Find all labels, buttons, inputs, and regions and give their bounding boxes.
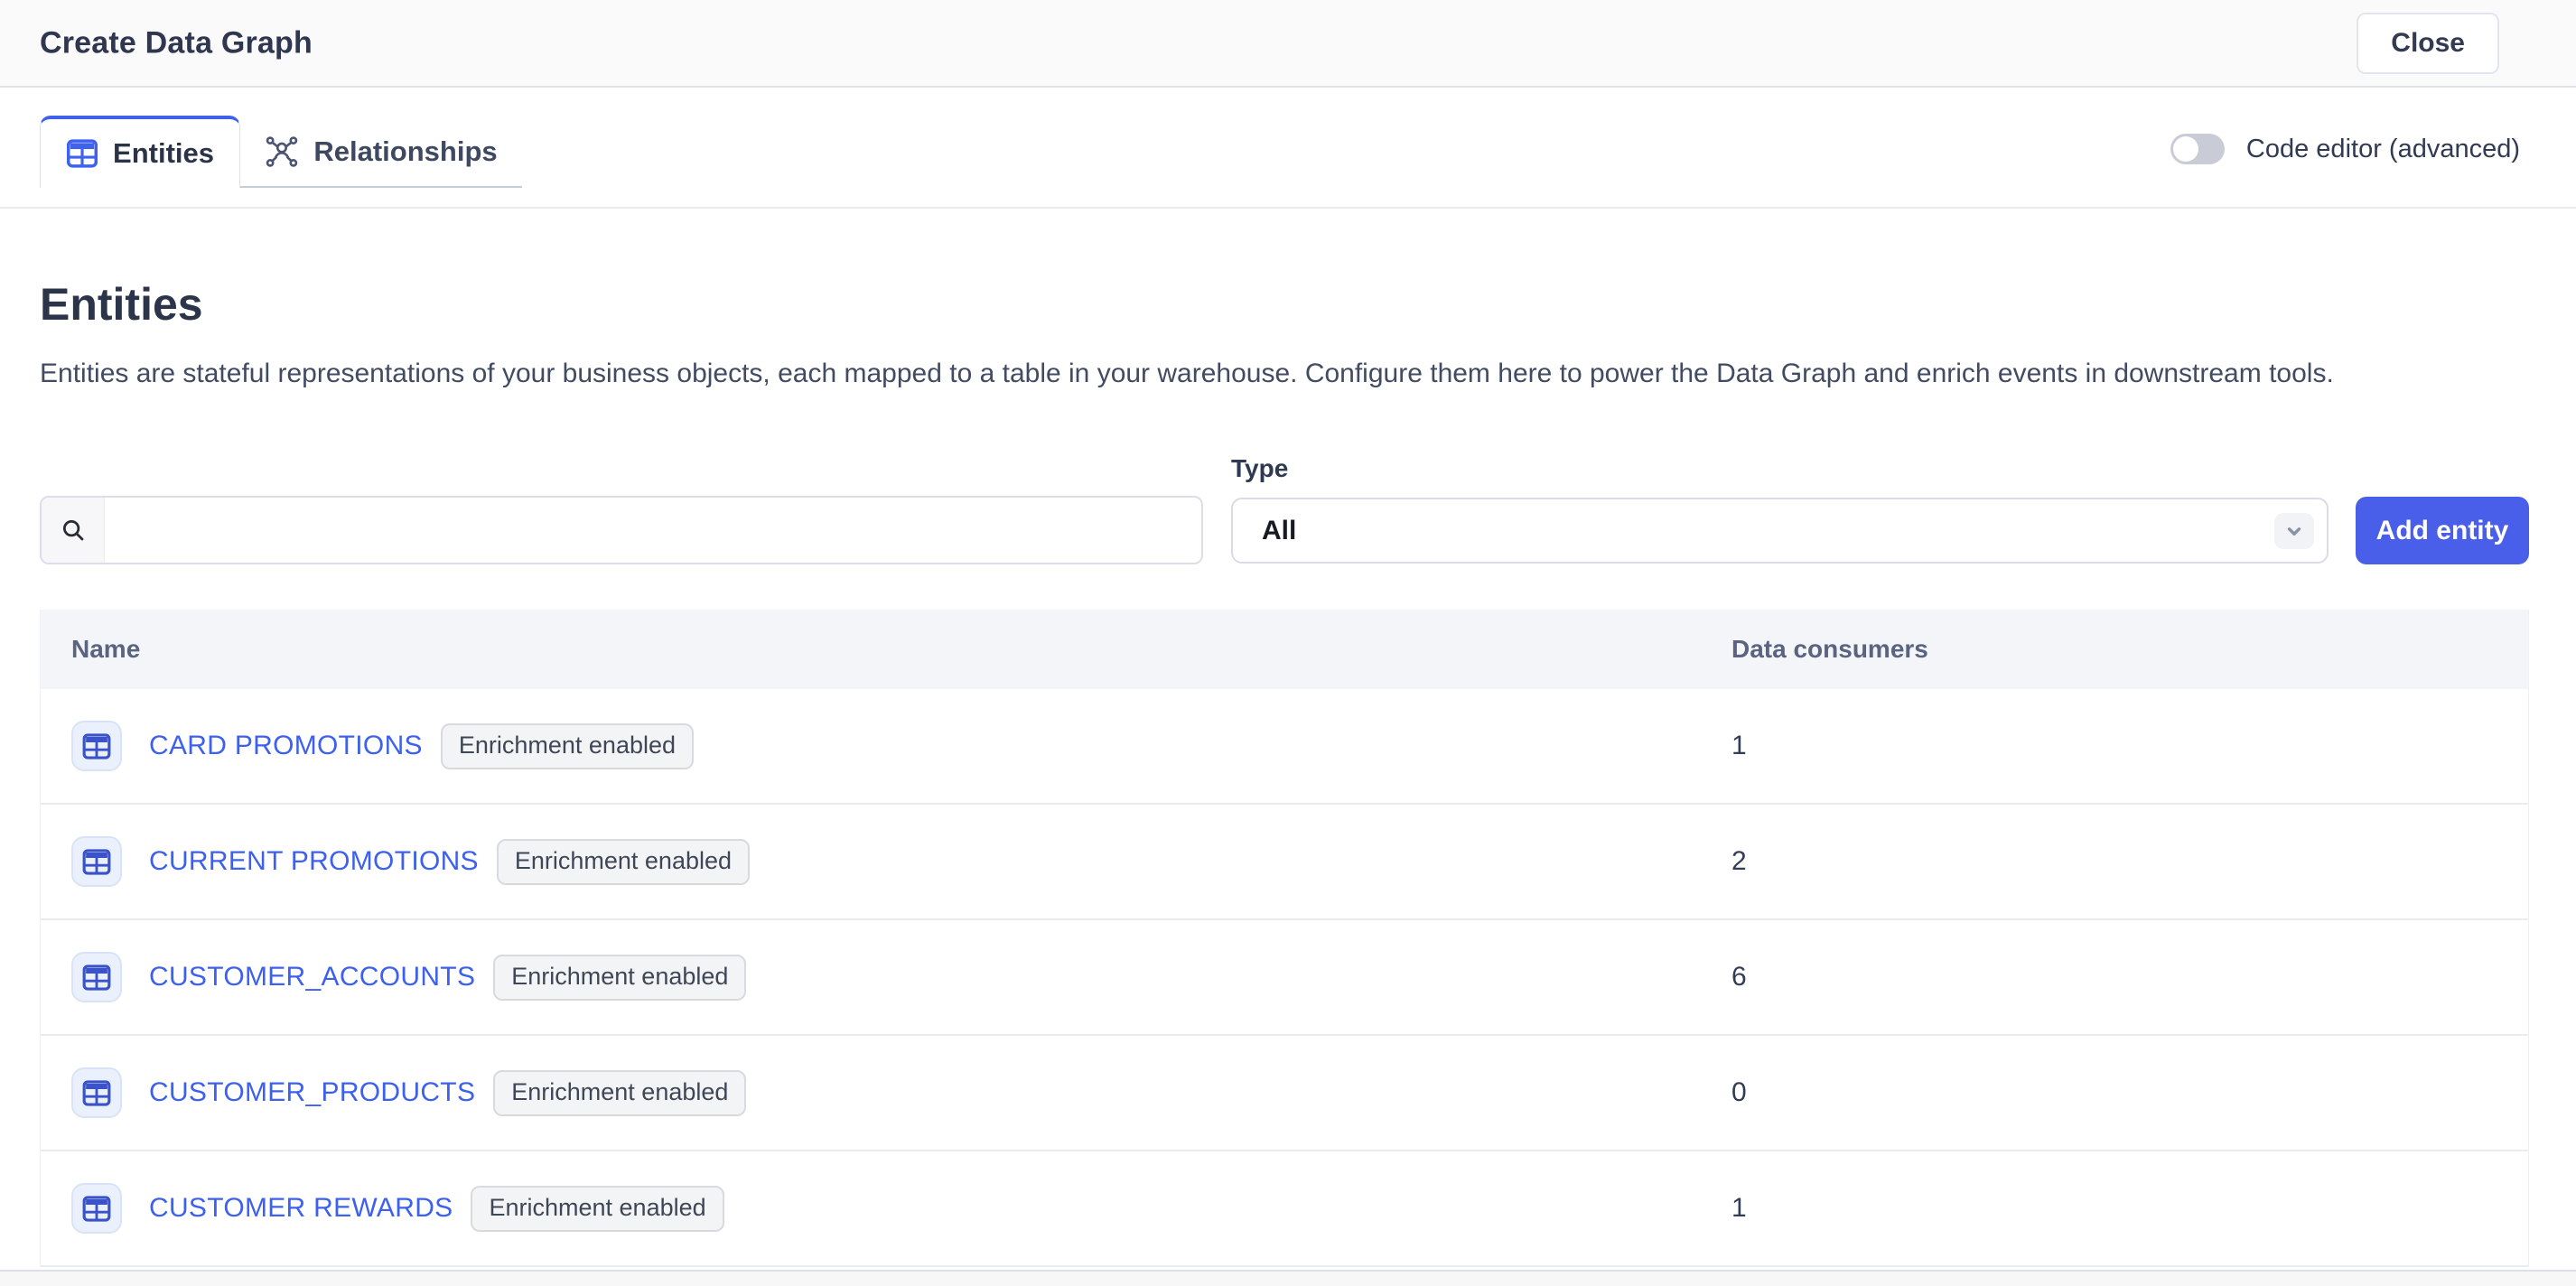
enrichment-badge: Enrichment enabled <box>441 723 694 769</box>
table-row: CUSTOMER_ACCOUNTS Enrichment enabled 6 <box>41 920 2528 1036</box>
tab-entities[interactable]: Entities <box>40 116 240 188</box>
topbar: Create Data Graph Close <box>0 0 2576 88</box>
enrichment-badge: Enrichment enabled <box>471 1186 723 1232</box>
chevron-down-icon <box>2274 513 2314 549</box>
entity-name-link[interactable]: CUSTOMER REWARDS <box>149 1193 453 1224</box>
search-icon-segment <box>42 498 105 563</box>
entity-name-link[interactable]: CURRENT PROMOTIONS <box>149 846 479 877</box>
tab-relationships[interactable]: Relationships <box>240 117 522 186</box>
column-header-data-consumers: Data consumers <box>1731 635 1928 664</box>
entity-name-link[interactable]: CUSTOMER_ACCOUNTS <box>149 962 475 992</box>
enrichment-badge: Enrichment enabled <box>493 955 746 1001</box>
page-bottom-edge <box>0 1270 2576 1286</box>
table-row: CUSTOMER REWARDS Enrichment enabled 1 <box>41 1151 2528 1267</box>
section-title: Entities <box>40 278 203 331</box>
tab-underline <box>240 186 522 188</box>
type-select[interactable]: All <box>1231 498 2329 564</box>
search-box <box>40 496 1203 564</box>
table-icon <box>82 1080 111 1106</box>
table-icon <box>82 1196 111 1222</box>
entity-icon-box <box>71 836 122 887</box>
page-title: Create Data Graph <box>40 25 313 61</box>
add-entity-button[interactable]: Add entity <box>2356 497 2529 564</box>
table-row: CARD PROMOTIONS Enrichment enabled 1 <box>41 689 2528 805</box>
table-icon <box>82 964 111 991</box>
entity-icon-box <box>71 721 122 771</box>
data-consumers-count: 2 <box>1731 846 1747 877</box>
data-consumers-count: 6 <box>1731 962 1747 992</box>
code-editor-toggle-group: Code editor (advanced) <box>2170 89 2520 209</box>
section-description: Entities are stateful representations of… <box>40 358 2334 390</box>
column-header-name: Name <box>71 635 140 664</box>
enrichment-badge: Enrichment enabled <box>493 1070 746 1116</box>
search-input[interactable] <box>105 498 1201 563</box>
data-consumers-count: 1 <box>1731 1193 1747 1224</box>
tab-entities-label: Entities <box>113 137 214 170</box>
table-icon <box>66 139 98 168</box>
table-icon <box>82 733 111 759</box>
type-filter-label: Type <box>1231 454 1288 483</box>
data-consumers-count: 1 <box>1731 731 1747 761</box>
code-editor-toggle-label: Code editor (advanced) <box>2246 135 2520 164</box>
tab-strip: Entities Relationships Code editor (adva… <box>0 89 2576 209</box>
entity-name-link[interactable]: CUSTOMER_PRODUCTS <box>149 1077 475 1108</box>
entity-icon-box <box>71 1067 122 1118</box>
entities-table: Name Data consumers CARD PROMOTIONS Enri… <box>40 610 2529 1267</box>
toggle-knob <box>2173 136 2198 162</box>
type-select-value: All <box>1262 516 1296 546</box>
table-header: Name Data consumers <box>41 610 2528 689</box>
data-graph-icon <box>265 135 299 169</box>
table-row: CUSTOMER_PRODUCTS Enrichment enabled 0 <box>41 1036 2528 1151</box>
code-editor-toggle[interactable] <box>2170 134 2225 164</box>
close-button[interactable]: Close <box>2357 13 2499 74</box>
entity-icon-box <box>71 1183 122 1234</box>
enrichment-badge: Enrichment enabled <box>497 839 750 885</box>
table-icon <box>82 849 111 875</box>
tab-relationships-label: Relationships <box>313 135 497 168</box>
table-row: CURRENT PROMOTIONS Enrichment enabled 2 <box>41 805 2528 920</box>
search-icon <box>60 517 87 544</box>
data-consumers-count: 0 <box>1731 1077 1747 1108</box>
entity-icon-box <box>71 952 122 1002</box>
entity-name-link[interactable]: CARD PROMOTIONS <box>149 731 423 761</box>
